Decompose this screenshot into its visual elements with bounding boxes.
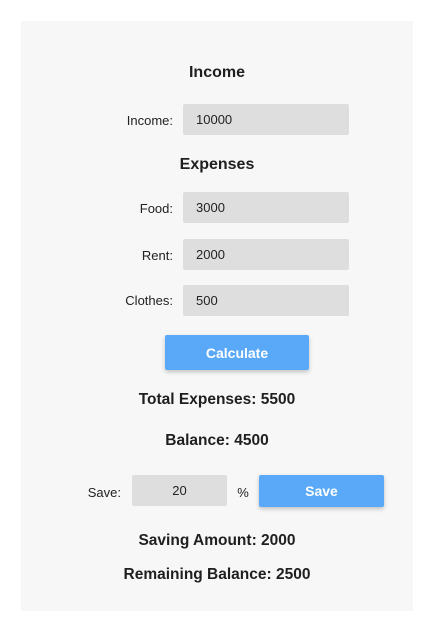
balance-text: Balance: 4500 (165, 432, 269, 449)
rent-label: Rent: (141, 248, 173, 263)
budget-card: Income Income: Expenses Food: Rent: Clot… (21, 21, 413, 611)
percent-symbol: % (237, 485, 249, 500)
income-label: Income: (126, 113, 173, 128)
total-expenses-text: Total Expenses: 5500 (138, 391, 296, 408)
income-input[interactable] (183, 104, 349, 135)
save-percent-input[interactable] (132, 475, 227, 506)
expenses-heading: Expenses (179, 156, 255, 173)
save-button[interactable]: Save (259, 475, 384, 507)
income-heading: Income (188, 64, 245, 81)
rent-input[interactable] (183, 239, 349, 270)
saving-amount-text: Saving Amount: 2000 (138, 532, 296, 549)
calculate-button[interactable]: Calculate (165, 335, 309, 370)
save-label: Save: (87, 485, 121, 500)
food-input[interactable] (183, 192, 349, 223)
food-label: Food: (139, 201, 173, 216)
remaining-balance-text: Remaining Balance: 2500 (123, 566, 311, 583)
clothes-label: Clothes: (125, 293, 173, 308)
clothes-input[interactable] (183, 285, 349, 316)
